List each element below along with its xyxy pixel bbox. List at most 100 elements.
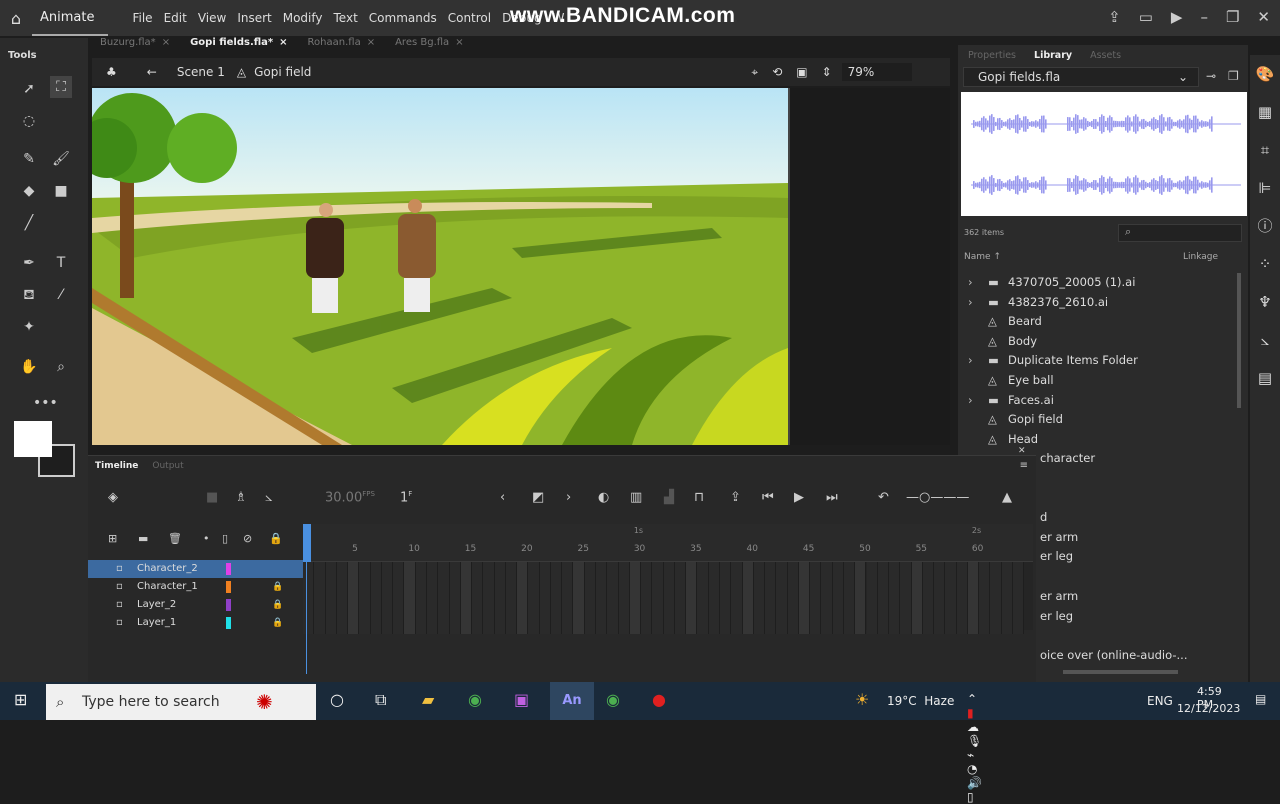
zoom-stepper[interactable]: ⇕ — [822, 65, 832, 79]
close-tab-icon[interactable]: × — [455, 37, 463, 48]
more-tools-icon[interactable]: ••• — [33, 392, 58, 414]
frame-column[interactable] — [1001, 562, 1013, 634]
close-tab-icon[interactable]: × — [367, 37, 375, 48]
zoom-tool-icon[interactable]: ⌕ — [50, 356, 72, 378]
menu-item[interactable]: Insert — [237, 11, 271, 25]
frame-column[interactable] — [336, 562, 349, 634]
share-icon[interactable]: ⇪ — [1108, 8, 1121, 26]
frame-column[interactable] — [866, 562, 878, 634]
document-tab[interactable]: Rohaan.fla × — [308, 37, 376, 55]
frame-column[interactable] — [652, 562, 664, 634]
panel-menu-icon[interactable]: ≡ — [1020, 460, 1028, 471]
brush-tool-icon[interactable]: 🖌 — [50, 148, 72, 170]
delete-layer-icon[interactable]: 🗑 — [168, 532, 182, 545]
frame-column[interactable] — [404, 562, 416, 634]
frame-column[interactable] — [832, 562, 844, 634]
frame-column[interactable] — [708, 562, 720, 634]
close-tab-icon[interactable]: × — [162, 37, 170, 48]
linkage-column[interactable]: Linkage — [1183, 252, 1218, 262]
timeline-tab[interactable]: Timeline — [95, 461, 138, 471]
frame-column[interactable] — [359, 562, 371, 634]
frame-column[interactable] — [900, 562, 912, 634]
layer-color-swatch[interactable] — [226, 617, 231, 629]
frame-column[interactable] — [415, 562, 427, 634]
frames-area[interactable]: 5 10 15 20 25 30 35 40 45 50 55 60 1s 2s — [303, 524, 1033, 674]
eraser-tool-icon[interactable]: ◆ — [18, 180, 40, 202]
tray-icons[interactable]: ⌃ ▮ ☁ 🎙 ⌁ ◔ 🔊 ▯ — [967, 692, 982, 804]
frame-column[interactable] — [911, 562, 923, 634]
library-item-partial[interactable]: er leg — [1040, 609, 1073, 623]
layer-color-swatch[interactable] — [226, 581, 231, 593]
frame-size-slider[interactable]: —○——— — [906, 490, 969, 505]
center-frame-icon[interactable]: ⊓ — [694, 490, 704, 505]
frame-column[interactable] — [370, 562, 382, 634]
frame-field[interactable]: 1F — [400, 490, 412, 505]
frame-column[interactable] — [810, 562, 822, 634]
frame-column[interactable] — [629, 562, 642, 634]
symbol-breadcrumb[interactable]: Gopi field — [254, 65, 311, 79]
loop-icon[interactable]: ⇪ — [730, 490, 741, 505]
frame-column[interactable] — [505, 562, 518, 634]
new-folder-icon[interactable]: ▬ — [138, 532, 148, 545]
windows-start-icon[interactable]: ⊞ — [14, 690, 27, 709]
frame-column[interactable] — [798, 562, 811, 634]
close-tab-icon[interactable]: × — [279, 37, 287, 48]
fps-field[interactable]: 30.00FPS — [325, 490, 375, 505]
onion-options-icon[interactable]: ▟ — [664, 490, 674, 505]
frame-column[interactable] — [877, 562, 890, 634]
scene-breadcrumb[interactable]: Scene 1 — [177, 65, 225, 79]
frame-column[interactable] — [584, 562, 597, 634]
edit-multiple-frames-icon[interactable]: ▥ — [630, 490, 642, 505]
lasso-tool-icon[interactable]: ◌ — [18, 110, 40, 132]
frame-column[interactable] — [821, 562, 833, 634]
timeline-ruler[interactable]: 5 10 15 20 25 30 35 40 45 50 55 60 1s 2s — [303, 524, 1033, 562]
prev-keyframe-icon[interactable]: ‹ — [500, 490, 505, 505]
expand-chevron-icon[interactable]: › — [968, 393, 988, 407]
sort-up-icon[interactable]: ↑ — [993, 252, 1001, 262]
frame-column[interactable] — [449, 562, 461, 634]
language-indicator[interactable]: ENG — [1147, 694, 1173, 708]
frame-column[interactable] — [472, 562, 484, 634]
frame-column[interactable] — [855, 562, 867, 634]
frame-column[interactable] — [776, 562, 788, 634]
layer-row[interactable]: ▫ Layer_1 🔒 — [88, 614, 303, 632]
frame-column[interactable] — [979, 562, 991, 634]
frame-column[interactable] — [494, 562, 506, 634]
library-search-input[interactable]: ⌕ — [1118, 224, 1242, 242]
back-arrow-icon[interactable]: ← — [147, 65, 157, 79]
expand-chevron-icon[interactable]: › — [968, 295, 988, 309]
frame-column[interactable] — [348, 562, 360, 634]
paint-brush-icon[interactable]: ✎ — [18, 148, 40, 170]
frame-column[interactable] — [550, 562, 563, 634]
layer-parenting-icon[interactable]: ♗ — [235, 490, 247, 505]
layers-icon[interactable]: ◈ — [108, 490, 118, 505]
frame-column[interactable] — [1013, 562, 1025, 634]
selection-tool-icon[interactable]: ➚ — [18, 78, 40, 100]
frame-column[interactable] — [674, 562, 687, 634]
snap-icon[interactable]: ⌖ — [751, 65, 758, 80]
menu-item[interactable]: Commands — [369, 11, 437, 25]
menu-item[interactable]: Modify — [283, 11, 323, 25]
library-item-partial[interactable]: er leg — [1040, 549, 1073, 563]
frame-column[interactable] — [719, 562, 732, 634]
pen-tool-icon[interactable]: ✒ — [18, 252, 40, 274]
library-item[interactable]: › ▬ Faces.ai — [968, 393, 1054, 407]
hand-tool-icon[interactable]: ✋ — [18, 356, 40, 378]
frame-column[interactable] — [934, 562, 946, 634]
frame-column[interactable] — [393, 562, 405, 634]
chrome-icon-2[interactable]: ◉ — [606, 690, 620, 709]
frame-column[interactable] — [607, 562, 619, 634]
layer-row[interactable]: ▫ Layer_2 🔒 — [88, 596, 303, 614]
close-button[interactable]: ✕ — [1257, 8, 1270, 26]
library-h-scrollbar[interactable] — [1063, 670, 1178, 674]
frame-column[interactable] — [765, 562, 777, 634]
test-movie-icon[interactable]: ▶ — [1171, 8, 1183, 26]
menu-item[interactable]: Edit — [164, 11, 187, 25]
library-item[interactable]: ◬ Gopi field — [968, 412, 1063, 426]
line-tool-icon[interactable]: ╱ — [18, 212, 40, 234]
library-item-partial[interactable]: er arm — [1040, 589, 1078, 603]
lock-icon[interactable]: 🔒 — [272, 578, 283, 596]
expand-chevron-icon[interactable]: › — [968, 275, 988, 289]
frame-column[interactable] — [967, 562, 980, 634]
frame-column[interactable] — [483, 562, 495, 634]
